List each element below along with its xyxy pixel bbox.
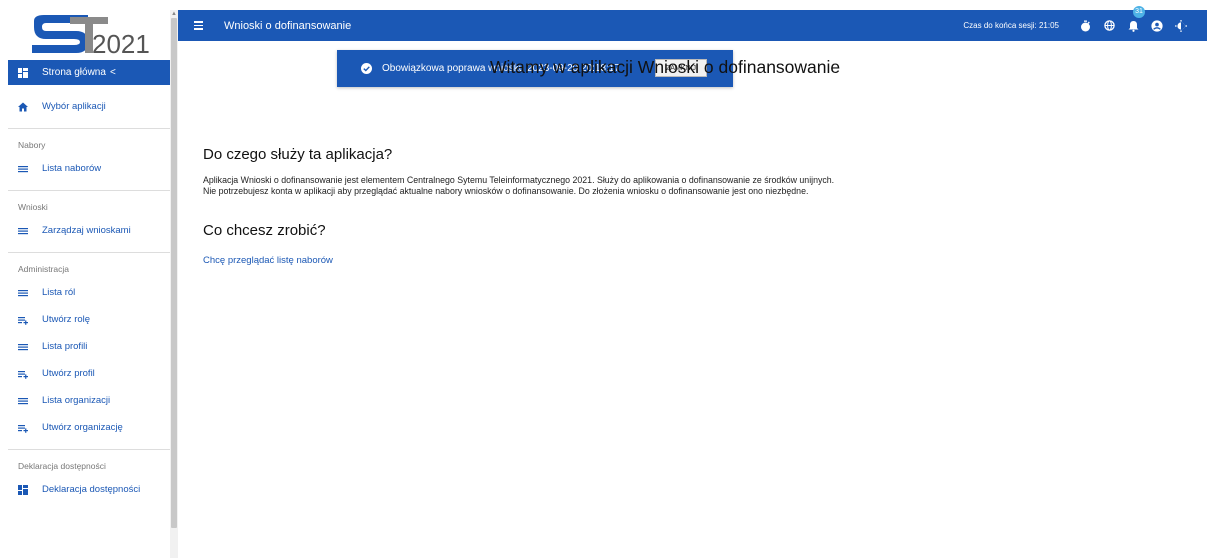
sidebar-item-home[interactable]: Strona główna < [8,60,178,85]
contrast-icon[interactable] [1169,10,1193,41]
session-timer: Czas do końca sesji: 21:05 [963,21,1059,30]
section-administracja: Administracja [18,264,70,274]
sidebar-item-label: Utwórz organizację [42,422,123,433]
menu-icon[interactable] [194,18,210,34]
divider [8,449,170,450]
notifications-icon[interactable]: 31 [1121,6,1145,41]
sidebar: 2021 Strona główna < Wybór aplikacji Nab… [8,10,178,558]
cst-logo: 2021 [8,10,178,60]
list-icon [18,227,28,234]
app-root: 2021 Strona główna < Wybór aplikacji Nab… [0,0,1207,558]
todo-heading: Co chcesz zrobić? [203,222,326,239]
playlist-add-icon [18,424,28,433]
sidebar-item-label: Lista naborów [42,163,102,174]
sidebar-item-lista-rol[interactable]: Lista ról [8,279,170,306]
sidebar-item-zarzadzaj-wnioskami[interactable]: Zarządzaj wnioskami [8,217,170,244]
sidebar-item-label: Zarządzaj wnioskami [42,225,131,236]
about-heading: Do czego służy ta aplikacja? [203,146,393,163]
scroll-up-icon[interactable]: ▲ [171,10,177,18]
sidebar-item-utworz-profil[interactable]: Utwórz profil [8,360,170,387]
list-icon [18,397,28,404]
sidebar-item-label: Wybór aplikacji [42,101,106,112]
chevron-left-icon: < [109,67,116,78]
page-title: Witamy w aplikacji Wnioski o dofinansowa… [490,57,841,77]
home-label: Strona główna [42,67,106,78]
sidebar-item-utworz-role[interactable]: Utwórz rolę [8,306,170,333]
divider [8,252,170,253]
sidebar-item-deklaracja-dostepnosci[interactable]: Deklaracja dostępności [8,476,170,503]
sidebar-scroll-thumb[interactable] [171,18,177,528]
check-circle-icon [361,63,372,74]
dashboard-icon [18,67,28,78]
about-paragraph-line2: Nie potrzebujesz konta w aplikacji aby p… [203,186,809,196]
sidebar-item-label: Lista organizacji [42,395,111,406]
browse-recruitments-link[interactable]: Chcę przeglądać listę naborów [203,255,333,266]
section-nabory: Nabory [18,140,46,150]
playlist-add-icon [18,370,28,379]
section-wnioski: Wnioski [18,202,48,212]
app-title: Wnioski o dofinansowanie [224,19,352,32]
sidebar-item-lista-profili[interactable]: Lista profili [8,333,170,360]
logo-year: 2021 [92,29,150,57]
account-icon[interactable] [1145,10,1169,41]
list-icon [18,289,28,296]
notification-count-badge: 31 [1133,6,1145,18]
sidebar-item-wybor-aplikacji[interactable]: Wybór aplikacji [8,93,170,120]
sidebar-item-label: Utwórz rolę [42,314,91,325]
sidebar-item-label: Lista profili [42,341,88,352]
sidebar-item-label: Deklaracja dostępności [42,484,141,495]
section-deklaracja: Deklaracja dostępności [18,461,106,471]
divider [8,128,170,129]
timer-icon[interactable] [1073,10,1097,41]
dashboard-icon [18,484,28,495]
home-icon [18,102,28,111]
playlist-add-icon [18,316,28,325]
sidebar-item-lista-naborow[interactable]: Lista naborów [8,155,170,182]
list-icon [18,343,28,350]
about-paragraph-line1: Aplikacja Wnioski o dofinansowanie jest … [203,175,835,185]
sidebar-item-lista-organizacji[interactable]: Lista organizacji [8,387,170,414]
sidebar-item-label: Utwórz profil [42,368,95,379]
divider [8,190,170,191]
sidebar-item-label: Lista ról [42,287,76,298]
sidebar-item-utworz-organizacje[interactable]: Utwórz organizację [8,414,170,441]
list-icon [18,165,28,172]
top-app-bar: Wnioski o dofinansowanie Czas do końca s… [178,6,1207,41]
sidebar-nav: Wybór aplikacji Nabory Lista naborów Wni… [8,85,170,503]
top-bar-actions: Czas do końca sesji: 21:05 31 [963,6,1193,41]
globe-icon[interactable] [1097,10,1121,41]
